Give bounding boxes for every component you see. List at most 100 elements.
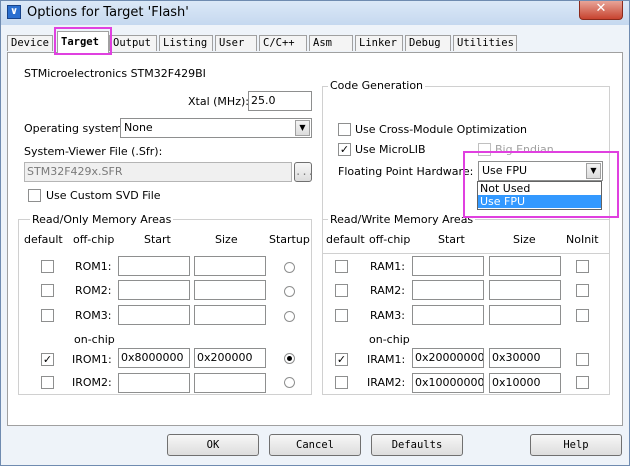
ram2-start-input[interactable] xyxy=(412,280,484,300)
custom-svd-checkbox[interactable] xyxy=(28,189,41,202)
ram1-start-input[interactable] xyxy=(412,256,484,276)
rom-header-default: default xyxy=(24,233,63,246)
irom2-default-checkbox[interactable] xyxy=(41,376,54,389)
iram2-size-input[interactable]: 0x10000 xyxy=(489,373,561,393)
ram-header-size: Size xyxy=(513,233,536,246)
iram1-size-input[interactable]: 0x30000 xyxy=(489,348,561,368)
big-endian-checkbox[interactable] xyxy=(478,143,491,156)
ok-button[interactable]: OK xyxy=(167,434,259,456)
rom2-default-checkbox[interactable] xyxy=(41,284,54,297)
rom3-label: ROM3: xyxy=(75,309,112,322)
rom-header-start: Start xyxy=(144,233,171,246)
tab-c-cpp[interactable]: C/C++ xyxy=(259,35,307,51)
xtal-label: Xtal (MHz): xyxy=(188,95,249,108)
irom2-startup-radio[interactable] xyxy=(284,377,295,388)
os-value: None xyxy=(124,121,153,134)
fpu-select[interactable]: Use FPU ▼ xyxy=(478,161,603,181)
os-label: Operating system: xyxy=(24,122,126,135)
ram2-default-checkbox[interactable] xyxy=(335,284,348,297)
ram2-label: RAM2: xyxy=(370,284,405,297)
tab-device[interactable]: Device xyxy=(7,35,53,51)
ram1-default-checkbox[interactable] xyxy=(335,260,348,273)
irom1-size-input[interactable]: 0x200000 xyxy=(194,348,266,368)
microlib-checkbox[interactable]: ✓ xyxy=(338,143,351,156)
ram2-noinit-checkbox[interactable] xyxy=(576,284,589,297)
rom2-size-input[interactable] xyxy=(194,280,266,300)
ram1-label: RAM1: xyxy=(370,260,405,273)
fpu-option-use-fpu[interactable]: Use FPU xyxy=(478,195,601,208)
rom-header-size: Size xyxy=(215,233,238,246)
iram2-noinit-checkbox[interactable] xyxy=(576,376,589,389)
ram3-size-input[interactable] xyxy=(489,305,561,325)
rom-header-startup: Startup xyxy=(269,233,310,246)
iram2-start-input[interactable]: 0x10000000 xyxy=(412,373,484,393)
ram3-default-checkbox[interactable] xyxy=(335,309,348,322)
rom3-size-input[interactable] xyxy=(194,305,266,325)
tab-debug[interactable]: Debug xyxy=(405,35,451,51)
chevron-down-icon[interactable]: ▼ xyxy=(295,120,310,136)
title-bar[interactable]: ∨ Options for Target 'Flash' ✕ xyxy=(1,1,629,25)
irom1-start-input[interactable]: 0x8000000 xyxy=(118,348,190,368)
chevron-down-icon[interactable]: ▼ xyxy=(586,163,601,179)
svd-file-input[interactable]: STM32F429x.SFR xyxy=(24,162,292,182)
tab-asm[interactable]: Asm xyxy=(309,35,353,51)
rom-onchip-label: on-chip xyxy=(74,333,115,346)
iram1-start-input[interactable]: 0x20000000 xyxy=(412,348,484,368)
ram-onchip-label: on-chip xyxy=(369,333,410,346)
fpu-label: Floating Point Hardware: xyxy=(338,165,474,178)
ram1-noinit-checkbox[interactable] xyxy=(576,260,589,273)
ram3-noinit-checkbox[interactable] xyxy=(576,309,589,322)
fpu-value: Use FPU xyxy=(482,164,528,177)
ram-header-default: default xyxy=(326,233,365,246)
rom2-startup-radio[interactable] xyxy=(284,286,295,297)
rom1-size-input[interactable] xyxy=(194,256,266,276)
tab-utilities[interactable]: Utilities xyxy=(453,35,517,51)
defaults-button[interactable]: Defaults xyxy=(371,434,463,456)
rom1-start-input[interactable] xyxy=(118,256,190,276)
rom1-default-checkbox[interactable] xyxy=(41,260,54,273)
iram1-default-checkbox[interactable]: ✓ xyxy=(335,353,348,366)
help-button[interactable]: Help xyxy=(530,434,622,456)
os-select[interactable]: None ▼ xyxy=(120,118,312,138)
options-dialog: ∨ Options for Target 'Flash' ✕ Device Ta… xyxy=(0,0,630,466)
rom3-startup-radio[interactable] xyxy=(284,311,295,322)
svd-label: System-Viewer File (.Sfr): xyxy=(24,145,163,158)
cancel-button[interactable]: Cancel xyxy=(269,434,361,456)
ram3-label: RAM3: xyxy=(370,309,405,322)
xtal-input[interactable]: 25.0 xyxy=(248,91,312,111)
ram-header-offchip: off-chip xyxy=(369,233,411,246)
ram3-start-input[interactable] xyxy=(412,305,484,325)
rom2-label: ROM2: xyxy=(75,284,112,297)
code-generation-title: Code Generation xyxy=(328,79,426,92)
close-button[interactable]: ✕ xyxy=(579,1,623,20)
irom2-size-input[interactable] xyxy=(194,373,266,393)
microlib-label: Use MicroLIB xyxy=(355,143,426,156)
irom1-default-checkbox[interactable]: ✓ xyxy=(41,353,54,366)
tab-output[interactable]: Output xyxy=(109,35,157,51)
ram2-size-input[interactable] xyxy=(489,280,561,300)
tab-linker[interactable]: Linker xyxy=(355,35,403,51)
irom2-start-input[interactable] xyxy=(118,373,190,393)
iram1-noinit-checkbox[interactable] xyxy=(576,353,589,366)
rom3-start-input[interactable] xyxy=(118,305,190,325)
tab-target[interactable]: Target xyxy=(57,31,109,53)
custom-svd-label: Use Custom SVD File xyxy=(46,189,161,202)
rom-group-title: Read/Only Memory Areas xyxy=(30,213,174,226)
irom1-startup-radio[interactable] xyxy=(284,353,295,364)
ram-group-title: Read/Write Memory Areas xyxy=(328,213,476,226)
tab-bar: Device Target Output Listing User C/C++ … xyxy=(7,31,623,53)
iram2-default-checkbox[interactable] xyxy=(335,376,348,389)
fpu-option-not-used[interactable]: Not Used xyxy=(478,182,601,195)
window-title: Options for Target 'Flash' xyxy=(27,5,189,20)
rom3-default-checkbox[interactable] xyxy=(41,309,54,322)
iram2-label: IRAM2: xyxy=(367,376,406,389)
tab-listing[interactable]: Listing xyxy=(159,35,213,51)
rom2-start-input[interactable] xyxy=(118,280,190,300)
target-panel: STMicroelectronics STM32F429BI Xtal (MHz… xyxy=(7,52,623,426)
rom1-startup-radio[interactable] xyxy=(284,262,295,273)
cross-module-checkbox[interactable] xyxy=(338,123,351,136)
tab-user[interactable]: User xyxy=(215,35,257,51)
ram1-size-input[interactable] xyxy=(489,256,561,276)
svd-browse-button[interactable]: ... xyxy=(294,162,314,182)
irom1-label: IROM1: xyxy=(72,353,112,366)
